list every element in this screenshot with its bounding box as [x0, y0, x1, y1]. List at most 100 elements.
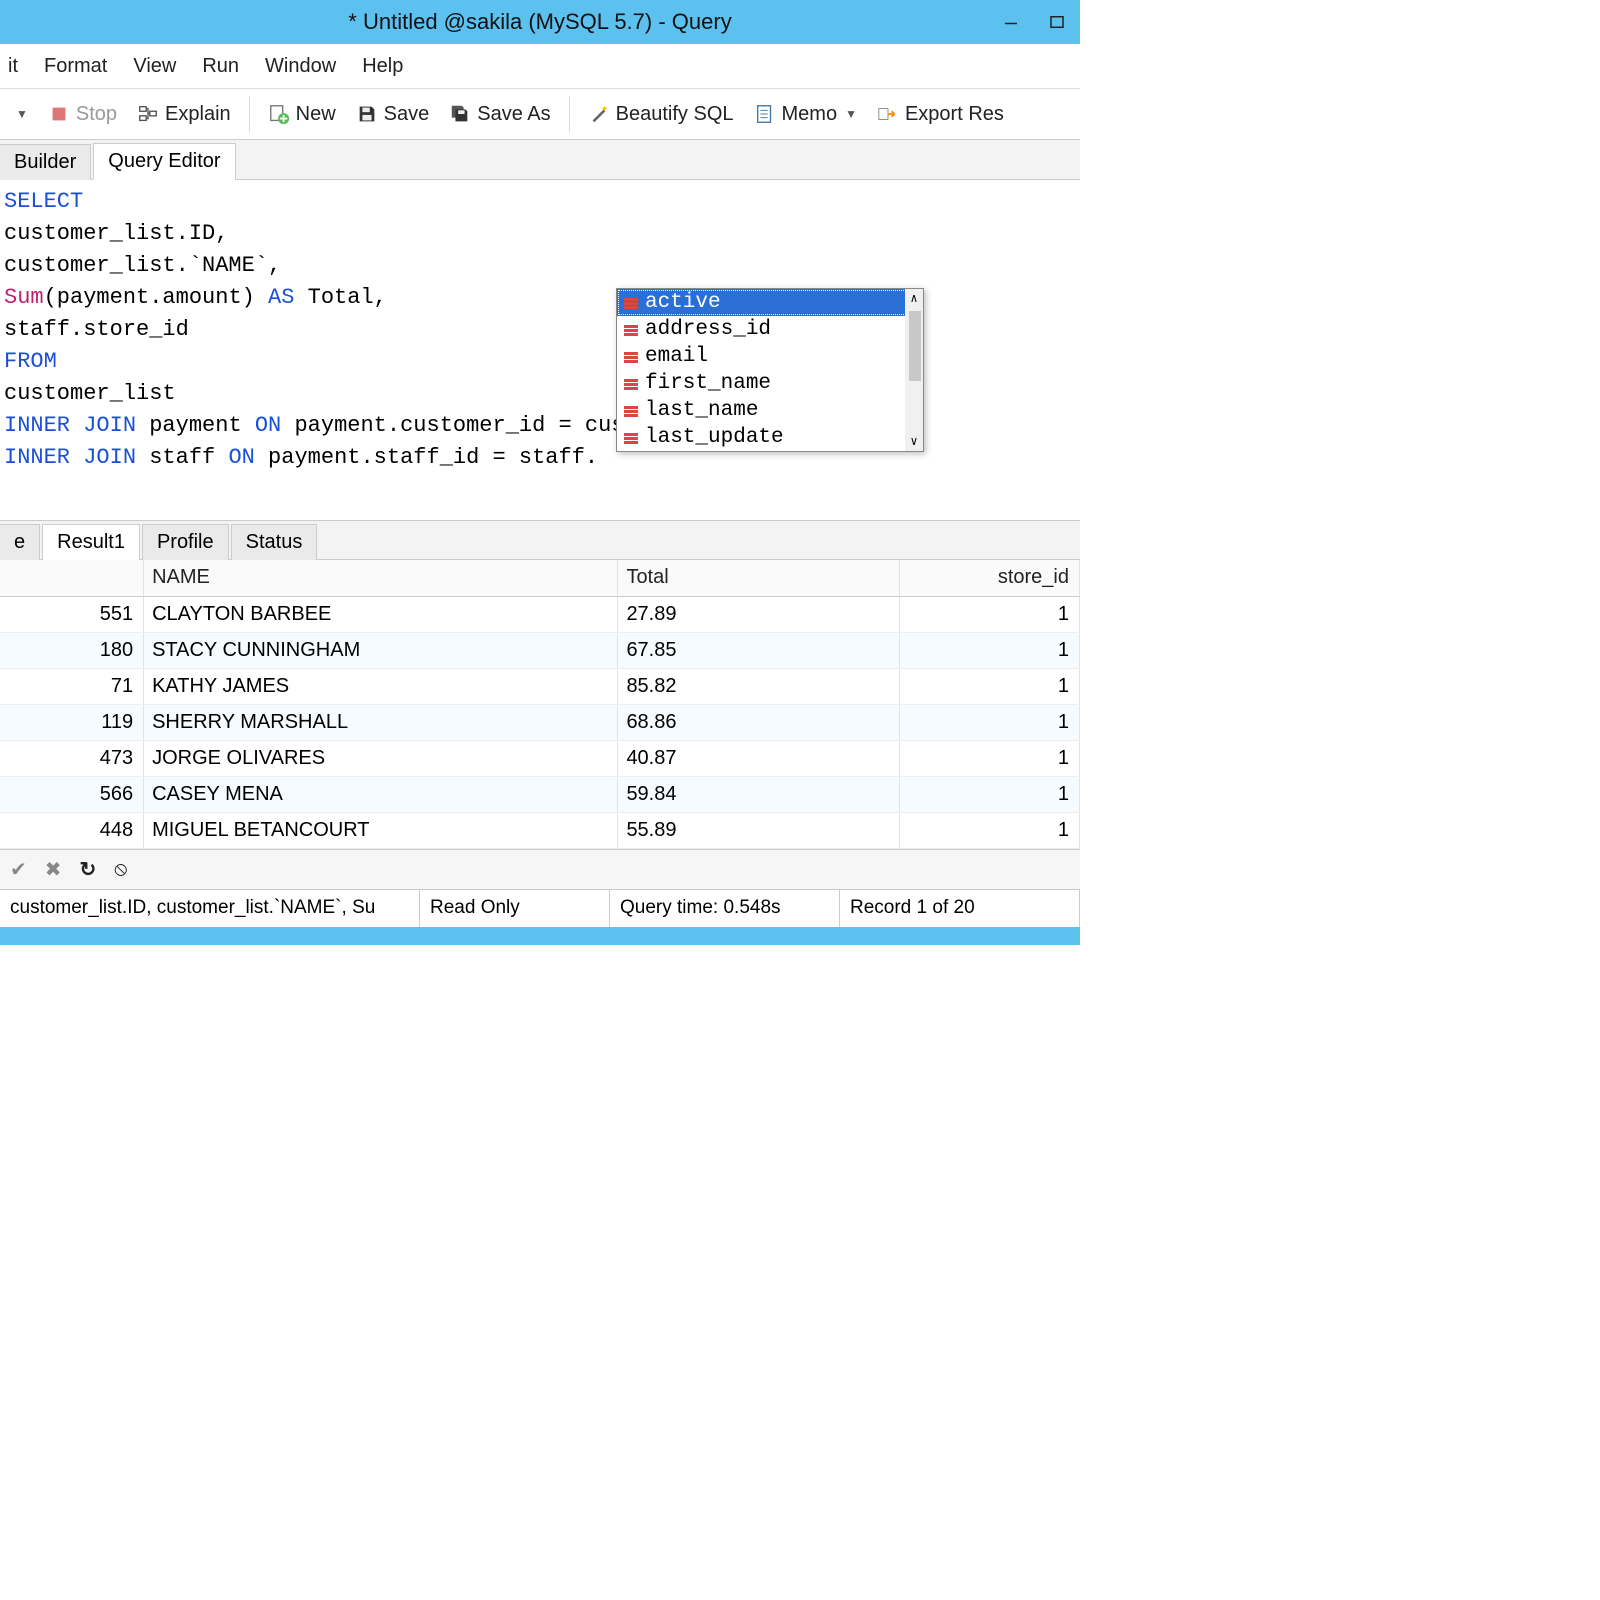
toolbar-separator — [249, 96, 250, 132]
table-row[interactable]: 71KATHY JAMES85.821 — [0, 668, 1080, 704]
column-icon — [623, 350, 639, 364]
table-cell[interactable]: 1 — [900, 668, 1080, 704]
table-cell[interactable]: 1 — [900, 740, 1080, 776]
beautify-button[interactable]: Beautify SQL — [578, 99, 744, 130]
autocomplete-item[interactable]: email — [617, 343, 923, 370]
table-cell[interactable]: 71 — [0, 668, 144, 704]
column-icon — [623, 431, 639, 445]
stop-button[interactable]: Stop — [38, 99, 127, 130]
commit-icon: ✔ — [10, 857, 27, 882]
menu-item[interactable]: it — [8, 55, 18, 78]
results-grid[interactable]: NAME Total store_id 551CLAYTON BARBEE27.… — [0, 560, 1080, 849]
status-sql-preview: customer_list.ID, customer_list.`NAME`, … — [0, 890, 420, 927]
table-cell[interactable]: STACY CUNNINGHAM — [144, 632, 618, 668]
table-row[interactable]: 566CASEY MENA59.841 — [0, 776, 1080, 812]
autocomplete-item[interactable]: last_name — [617, 397, 923, 424]
table-cell[interactable]: 473 — [0, 740, 144, 776]
memo-icon — [754, 103, 776, 125]
table-cell[interactable]: MIGUEL BETANCOURT — [144, 812, 618, 848]
saveas-button[interactable]: Save As — [439, 99, 560, 130]
cancel-icon: ✖ — [45, 857, 62, 882]
scroll-thumb[interactable] — [909, 311, 921, 381]
autocomplete-popup[interactable]: ∧ ∨ activeaddress_idemailfirst_namelast_… — [616, 288, 924, 452]
tab-builder[interactable]: Builder — [0, 144, 91, 180]
menubar: it Format View Run Window Help — [0, 44, 1080, 88]
export-icon — [877, 103, 899, 125]
editor-tabstrip: Builder Query Editor — [0, 140, 1080, 180]
toolbar: ▼ Stop Explain New Save Save As Beautify… — [0, 88, 1080, 140]
result-tab[interactable]: e — [0, 524, 40, 560]
grid-header-total[interactable]: Total — [618, 560, 900, 596]
menu-item[interactable]: Format — [44, 55, 107, 78]
table-cell[interactable]: KATHY JAMES — [144, 668, 618, 704]
export-button[interactable]: Export Res — [867, 99, 1014, 130]
table-cell[interactable]: 1 — [900, 704, 1080, 740]
grid-header-name[interactable]: NAME — [144, 560, 618, 596]
autocomplete-item[interactable]: active — [617, 289, 923, 316]
table-cell[interactable]: 551 — [0, 596, 144, 632]
table-cell[interactable]: CASEY MENA — [144, 776, 618, 812]
stop-refresh-icon[interactable]: ⦸ — [114, 858, 127, 881]
table-row[interactable]: 119SHERRY MARSHALL68.861 — [0, 704, 1080, 740]
grid-header[interactable] — [0, 560, 144, 596]
menu-item[interactable]: Window — [265, 55, 336, 78]
table-row[interactable]: 180STACY CUNNINGHAM67.851 — [0, 632, 1080, 668]
table-cell[interactable]: 1 — [900, 596, 1080, 632]
table-cell[interactable]: 85.82 — [618, 668, 900, 704]
window-maximize-button[interactable] — [1034, 0, 1080, 44]
stop-icon — [48, 103, 70, 125]
table-cell[interactable]: 1 — [900, 812, 1080, 848]
save-button[interactable]: Save — [346, 99, 440, 130]
refresh-icon[interactable]: ↻ — [80, 857, 97, 882]
table-cell[interactable]: 68.86 — [618, 704, 900, 740]
scroll-down-icon[interactable]: ∨ — [910, 434, 917, 451]
table-cell[interactable]: SHERRY MARSHALL — [144, 704, 618, 740]
column-icon — [623, 404, 639, 418]
grid-header-storeid[interactable]: store_id — [900, 560, 1080, 596]
table-row[interactable]: 473JORGE OLIVARES40.871 — [0, 740, 1080, 776]
menu-item[interactable]: Help — [362, 55, 403, 78]
explain-button[interactable]: Explain — [127, 99, 241, 130]
table-cell[interactable]: CLAYTON BARBEE — [144, 596, 618, 632]
result-tab-result1[interactable]: Result1 — [42, 524, 140, 560]
table-cell[interactable]: 59.84 — [618, 776, 900, 812]
grid-header-row: NAME Total store_id — [0, 560, 1080, 596]
status-querytime: Query time: 0.548s — [610, 890, 840, 927]
tab-query-editor[interactable]: Query Editor — [93, 143, 235, 180]
table-cell[interactable]: JORGE OLIVARES — [144, 740, 618, 776]
table-cell[interactable]: 448 — [0, 812, 144, 848]
autocomplete-scrollbar[interactable]: ∧ ∨ — [905, 289, 923, 451]
window-border-bottom — [0, 927, 1080, 945]
result-tab-status[interactable]: Status — [231, 524, 318, 560]
window-title: * Untitled @sakila (MySQL 5.7) - Query — [348, 9, 731, 35]
menu-item[interactable]: Run — [202, 55, 239, 78]
autocomplete-item[interactable]: address_id — [617, 316, 923, 343]
menu-item[interactable]: View — [133, 55, 176, 78]
table-row[interactable]: 448MIGUEL BETANCOURT55.891 — [0, 812, 1080, 848]
save-icon — [356, 103, 378, 125]
table-cell[interactable]: 55.89 — [618, 812, 900, 848]
table-row[interactable]: 551CLAYTON BARBEE27.891 — [0, 596, 1080, 632]
new-button[interactable]: New — [258, 99, 346, 130]
memo-button[interactable]: Memo ▼ — [744, 99, 867, 130]
table-cell[interactable]: 1 — [900, 632, 1080, 668]
table-cell[interactable]: 1 — [900, 776, 1080, 812]
window-minimize-button[interactable] — [988, 0, 1034, 44]
table-cell[interactable]: 27.89 — [618, 596, 900, 632]
saveas-icon — [449, 103, 471, 125]
toolbar-separator — [569, 96, 570, 132]
status-record: Record 1 of 20 — [840, 890, 1080, 927]
table-cell[interactable]: 119 — [0, 704, 144, 740]
autocomplete-item[interactable]: last_update — [617, 424, 923, 451]
toolbar-dropdown[interactable]: ▼ — [4, 103, 38, 125]
table-cell[interactable]: 566 — [0, 776, 144, 812]
result-actionbar: ✔ ✖ ↻ ⦸ — [0, 849, 1080, 889]
table-cell[interactable]: 180 — [0, 632, 144, 668]
result-tab-profile[interactable]: Profile — [142, 524, 229, 560]
column-icon — [623, 377, 639, 391]
table-cell[interactable]: 67.85 — [618, 632, 900, 668]
table-cell[interactable]: 40.87 — [618, 740, 900, 776]
scroll-up-icon[interactable]: ∧ — [910, 289, 917, 306]
window-titlebar: * Untitled @sakila (MySQL 5.7) - Query — [0, 0, 1080, 44]
autocomplete-item[interactable]: first_name — [617, 370, 923, 397]
